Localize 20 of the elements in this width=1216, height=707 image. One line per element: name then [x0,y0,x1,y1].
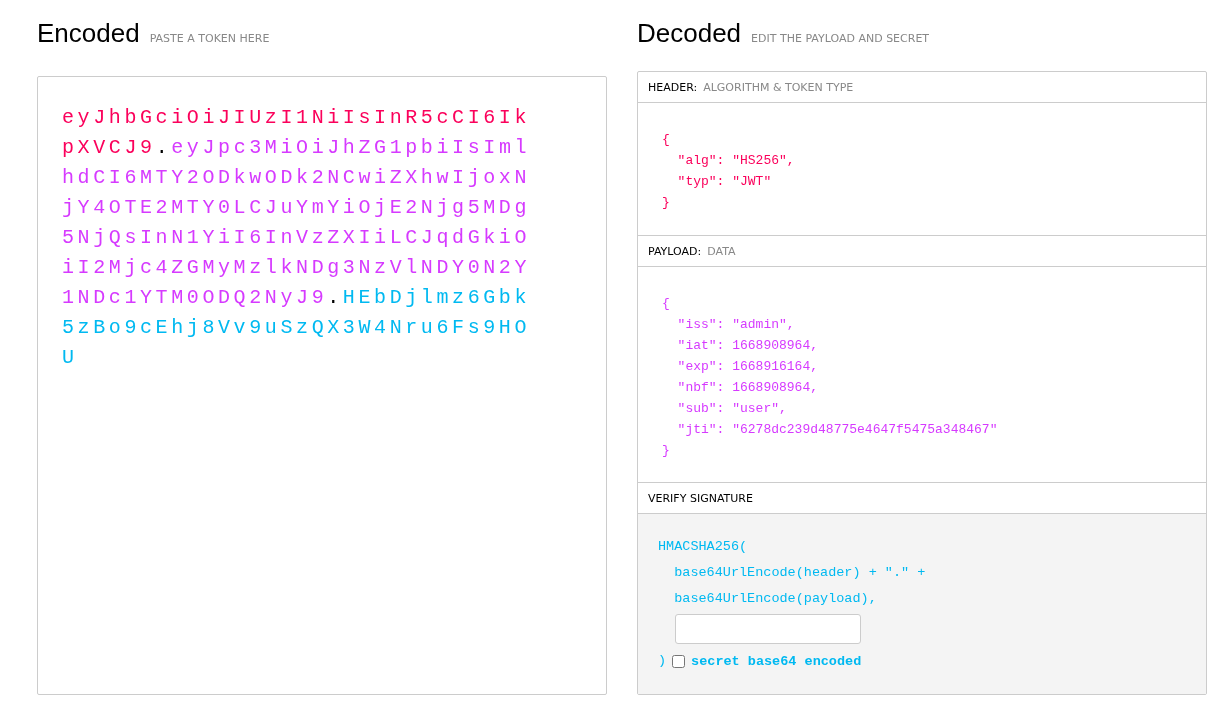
signature-code-line: HMACSHA256( [658,538,749,556]
encoded-token: eyJhbGciOiJIUzI1NiIsInR5cCI6IkpXVCJ9.eyJpc3MiOiJhZG1pbiIsImlhdCI6MTY2ODkwODk2NCwiZXhwIjoxNjY4OTE2MTY0LCJuYmYiOjE2Njg5MDg5NjQsInN1YiI6InVzZXIiLCJqdGkiOiI2Mjc4ZGMyMzlkNDg3NzVlNDY0N2Y1NDc1YTM0ODQ2NyJ9.HEbDjlmz6Gbk5zBo9cEhj8Vv9uSzQX3W4Nru6Fs9HOU [62,105,532,371]
checkbox-label: secret base64 encoded [691,653,862,669]
section-label: PAYLOAD: [648,244,702,258]
section-label: HEADER: [648,80,698,94]
section-sublabel: DATA [707,244,736,258]
token-input[interactable] [37,76,607,695]
section-title: Decoded [637,18,742,49]
section-title: Encoded [37,18,140,49]
base64-checkbox[interactable] [672,654,686,668]
json-code: { "iss": "admin", "iat": 1668908964, "exp": 1668916164, "nbf": 1668908964, "sub": "user", "jti": "6278dc239d48775e4647f5475a348467" } [662,295,999,460]
section-sublabel: ALGORITHM & TOKEN TYPE [703,80,854,94]
signature-code-line: base64UrlEncode(header) + "." + [673,564,927,582]
section-hint: PASTE A TOKEN HERE [149,32,270,45]
section-hint: EDIT THE PAYLOAD AND SECRET [751,32,930,45]
json-code: { "alg": "HS256", "typ": "JWT" } [662,131,796,212]
section-label: VERIFY SIGNATURE [648,491,753,505]
signature-code-line: base64UrlEncode(payload), [673,590,878,608]
secret-input[interactable] [675,614,861,644]
signature-code-line: ) [658,652,667,670]
